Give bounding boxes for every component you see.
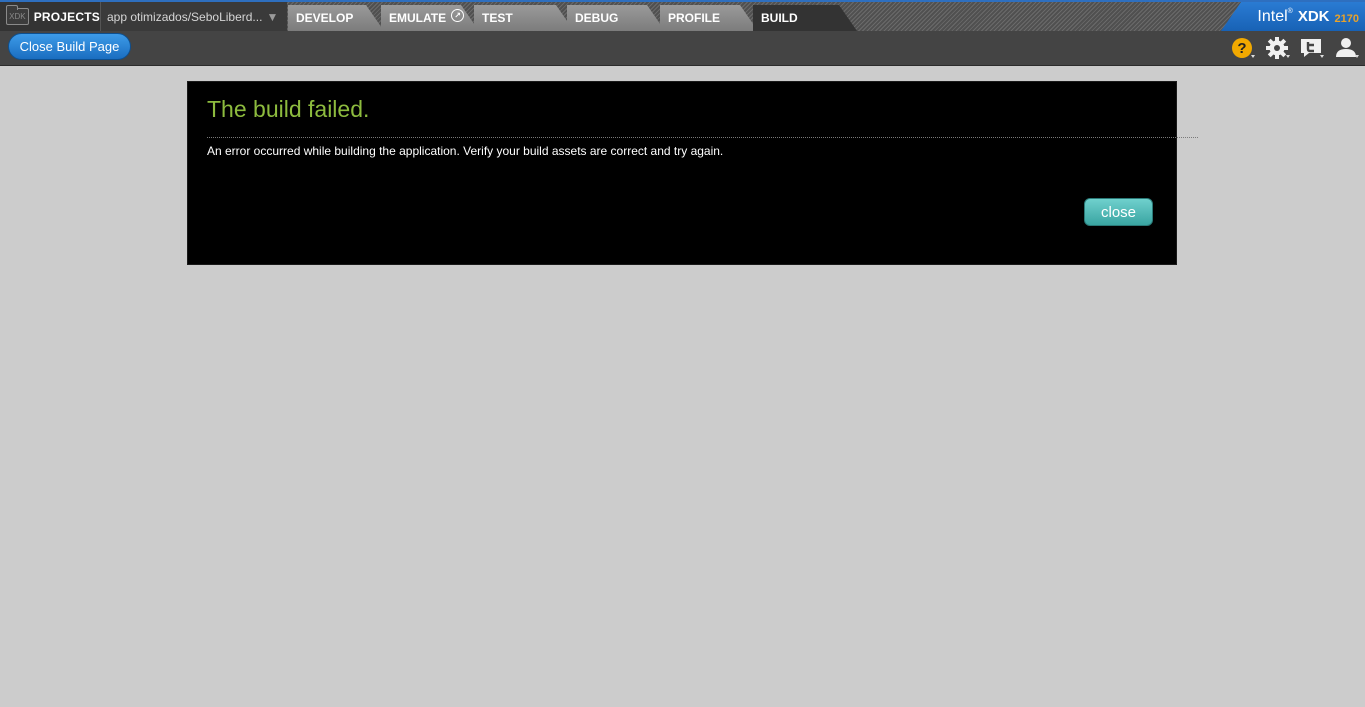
tab-label: TEST [482, 11, 513, 25]
gear-icon[interactable] [1265, 36, 1291, 60]
projects-label: PROJECTS [33, 9, 100, 24]
tab-label: PROFILE [668, 11, 721, 25]
external-window-icon[interactable]: ↗ [451, 9, 464, 22]
brand-product: XDK [1297, 8, 1330, 25]
tab-test[interactable]: TEST [474, 5, 574, 31]
project-name: app otimizados/SeboLiberd... [107, 9, 263, 24]
chevron-down-icon: ▼ [266, 9, 279, 24]
tab-emulate[interactable]: EMULATE ↗ [381, 5, 479, 31]
dialog-title: The build failed. [207, 96, 370, 122]
brand-name: Intel [1257, 7, 1288, 25]
user-icon[interactable] [1334, 36, 1360, 60]
tab-label: DEBUG [575, 11, 619, 25]
help-icon[interactable]: ? [1230, 36, 1256, 60]
dialog-message: An error occurred while building the app… [207, 144, 724, 158]
close-dialog-button[interactable]: close [1084, 198, 1153, 226]
top-tab-bar: XDK PROJECTS app otimizados/SeboLiberd..… [0, 0, 1365, 31]
divider [207, 137, 1198, 138]
tab-label: EMULATE [389, 11, 447, 25]
tab-debug[interactable]: DEBUG [567, 5, 665, 31]
folder-icon: XDK [6, 5, 29, 25]
projects-button[interactable]: XDK PROJECTS [0, 2, 100, 31]
tab-profile[interactable]: PROFILE [660, 5, 758, 31]
svg-text:?: ? [1237, 40, 1246, 57]
project-selector[interactable]: app otimizados/SeboLiberd... ▼ [100, 2, 287, 31]
registered-mark: ® [1287, 8, 1293, 15]
toolbar: Close Build Page ? [0, 31, 1365, 66]
tab-label: DEVELOP [296, 11, 354, 25]
tab-label: BUILD [761, 11, 798, 25]
build-failed-dialog: The build failed. An error occurred whil… [187, 81, 1198, 265]
tab-develop[interactable]: DEVELOP [288, 5, 384, 31]
brand-version: 2170 [1334, 12, 1359, 25]
tab-build[interactable]: BUILD [753, 5, 857, 31]
twitter-icon[interactable] [1299, 36, 1325, 60]
close-build-page-button[interactable]: Close Build Page [8, 33, 131, 60]
intel-xdk-logo: Intel ® XDK 2170 [1221, 2, 1365, 31]
